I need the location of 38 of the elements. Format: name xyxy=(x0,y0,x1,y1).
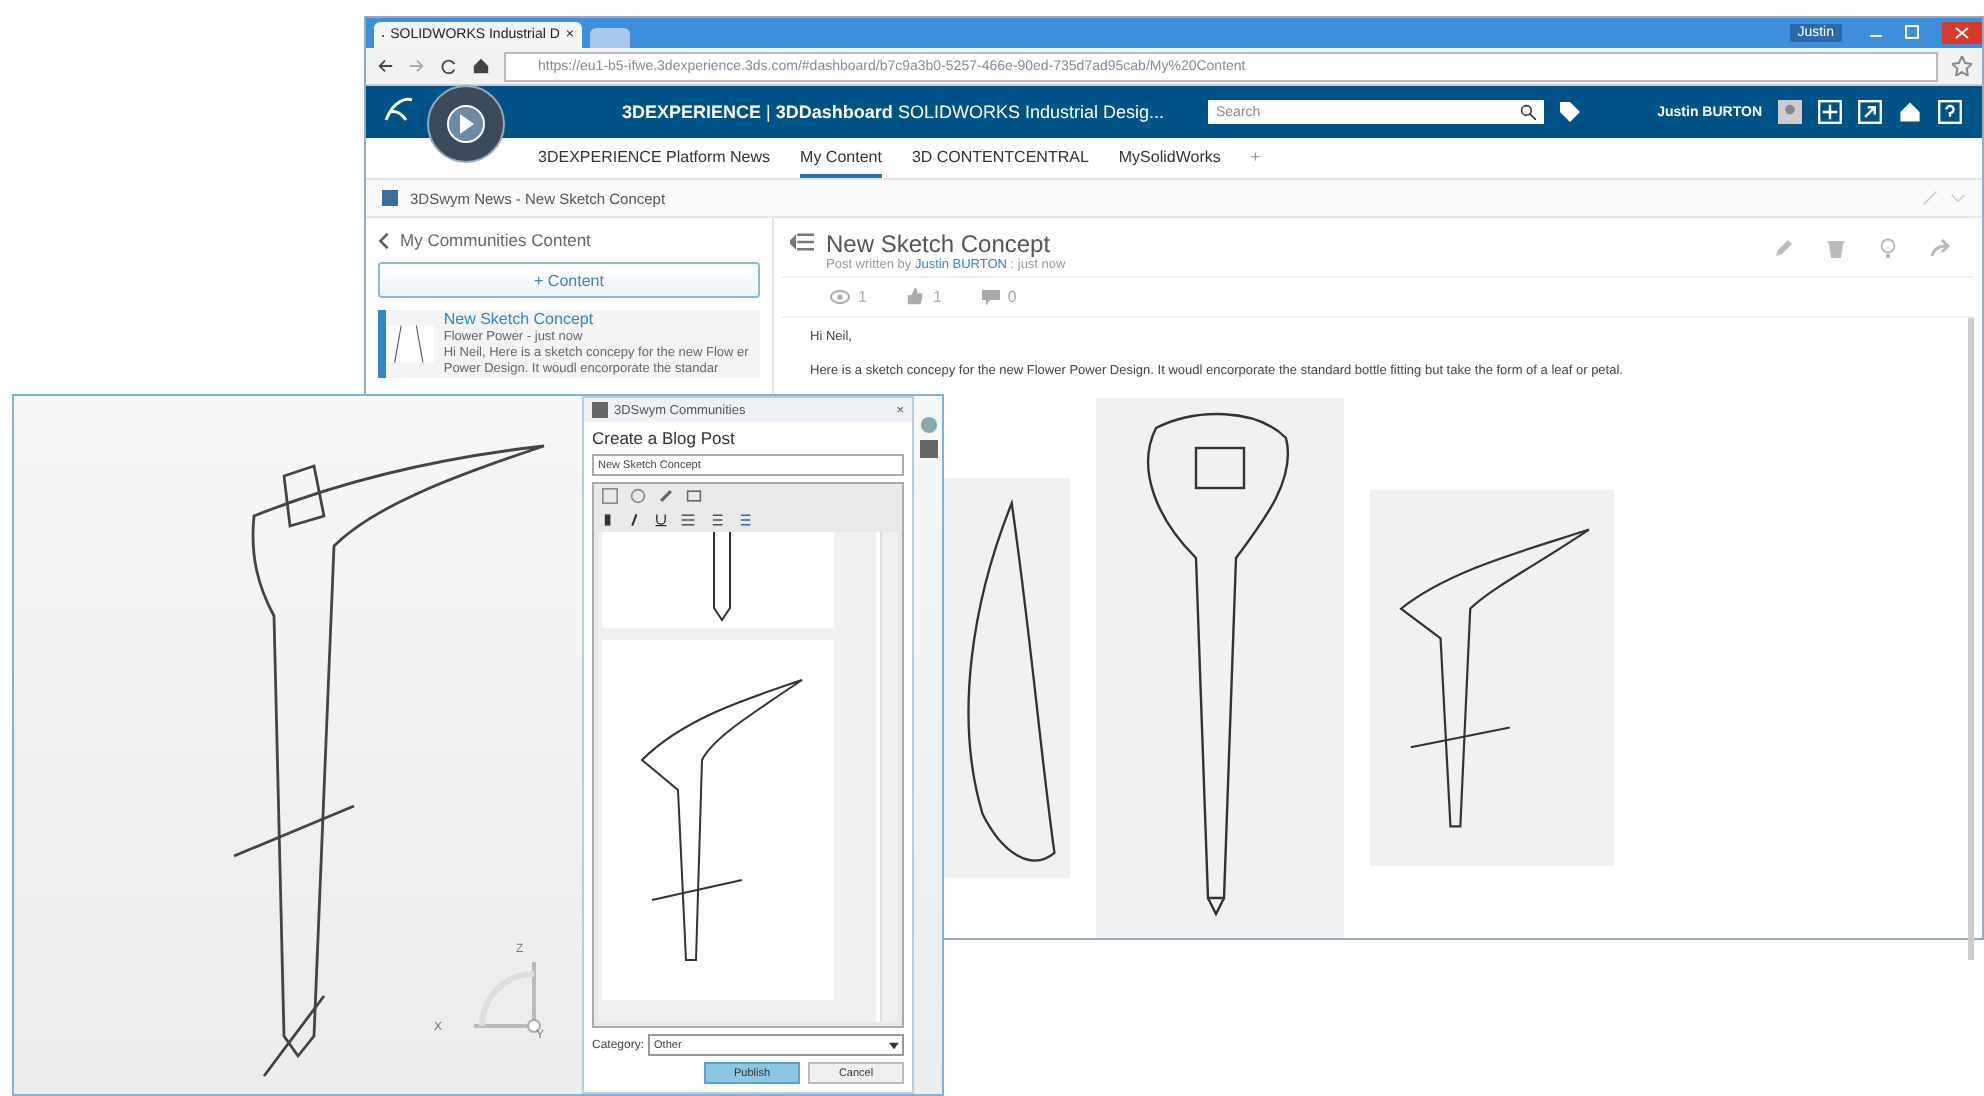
logo-icon xyxy=(382,96,414,124)
app-title: 3DEXPERIENCE | 3DDashboard SOLIDWORKS Industrial Desig... xyxy=(622,102,1164,122)
chevron-left-icon[interactable] xyxy=(378,231,390,249)
bullet-list-icon[interactable] xyxy=(708,512,724,528)
stat-count: 1 xyxy=(932,288,942,306)
home-icon[interactable] xyxy=(1898,100,1922,124)
list-icon[interactable] xyxy=(790,230,814,254)
community-icon[interactable] xyxy=(919,440,937,458)
stat-count: 0 xyxy=(1007,288,1017,306)
dropdown-arrow-icon xyxy=(886,1037,902,1053)
numbered-list-icon[interactable] xyxy=(736,512,752,528)
align-icon[interactable] xyxy=(680,512,696,528)
reload-icon[interactable] xyxy=(440,56,458,76)
underline-icon[interactable] xyxy=(654,512,668,528)
dashboard-tab[interactable]: MySolidWorks xyxy=(1118,139,1221,177)
thumbs-up-icon xyxy=(906,288,925,306)
add-content-button[interactable]: + Content xyxy=(378,262,760,298)
speech-bubble-icon xyxy=(981,289,1000,305)
dashboard-tab[interactable]: 3DEXPERIENCE Platform News xyxy=(538,139,771,177)
item-title: New Sketch Concept xyxy=(443,310,596,330)
back-link[interactable]: My Communities Content xyxy=(400,230,591,250)
tag-icon[interactable] xyxy=(1559,102,1580,122)
table-icon[interactable] xyxy=(602,488,618,504)
scrollbar[interactable] xyxy=(880,532,898,1022)
form-heading: Create a Blog Post xyxy=(592,428,737,448)
compass-icon[interactable] xyxy=(426,84,506,164)
star-icon[interactable] xyxy=(1952,56,1972,76)
dashboard-tab[interactable]: 3D CONTENTCENTRAL xyxy=(911,139,1089,177)
eye-icon xyxy=(830,290,850,304)
home-icon[interactable] xyxy=(472,56,490,76)
post-title: New Sketch Concept xyxy=(826,230,1053,258)
back-icon[interactable] xyxy=(376,56,394,76)
widget-icon xyxy=(592,402,608,418)
widget-icon xyxy=(382,190,398,206)
search-icon xyxy=(1519,104,1536,120)
italic-icon[interactable] xyxy=(628,512,642,528)
plus-icon[interactable] xyxy=(1818,100,1842,124)
stat-count: 1 xyxy=(858,288,867,306)
